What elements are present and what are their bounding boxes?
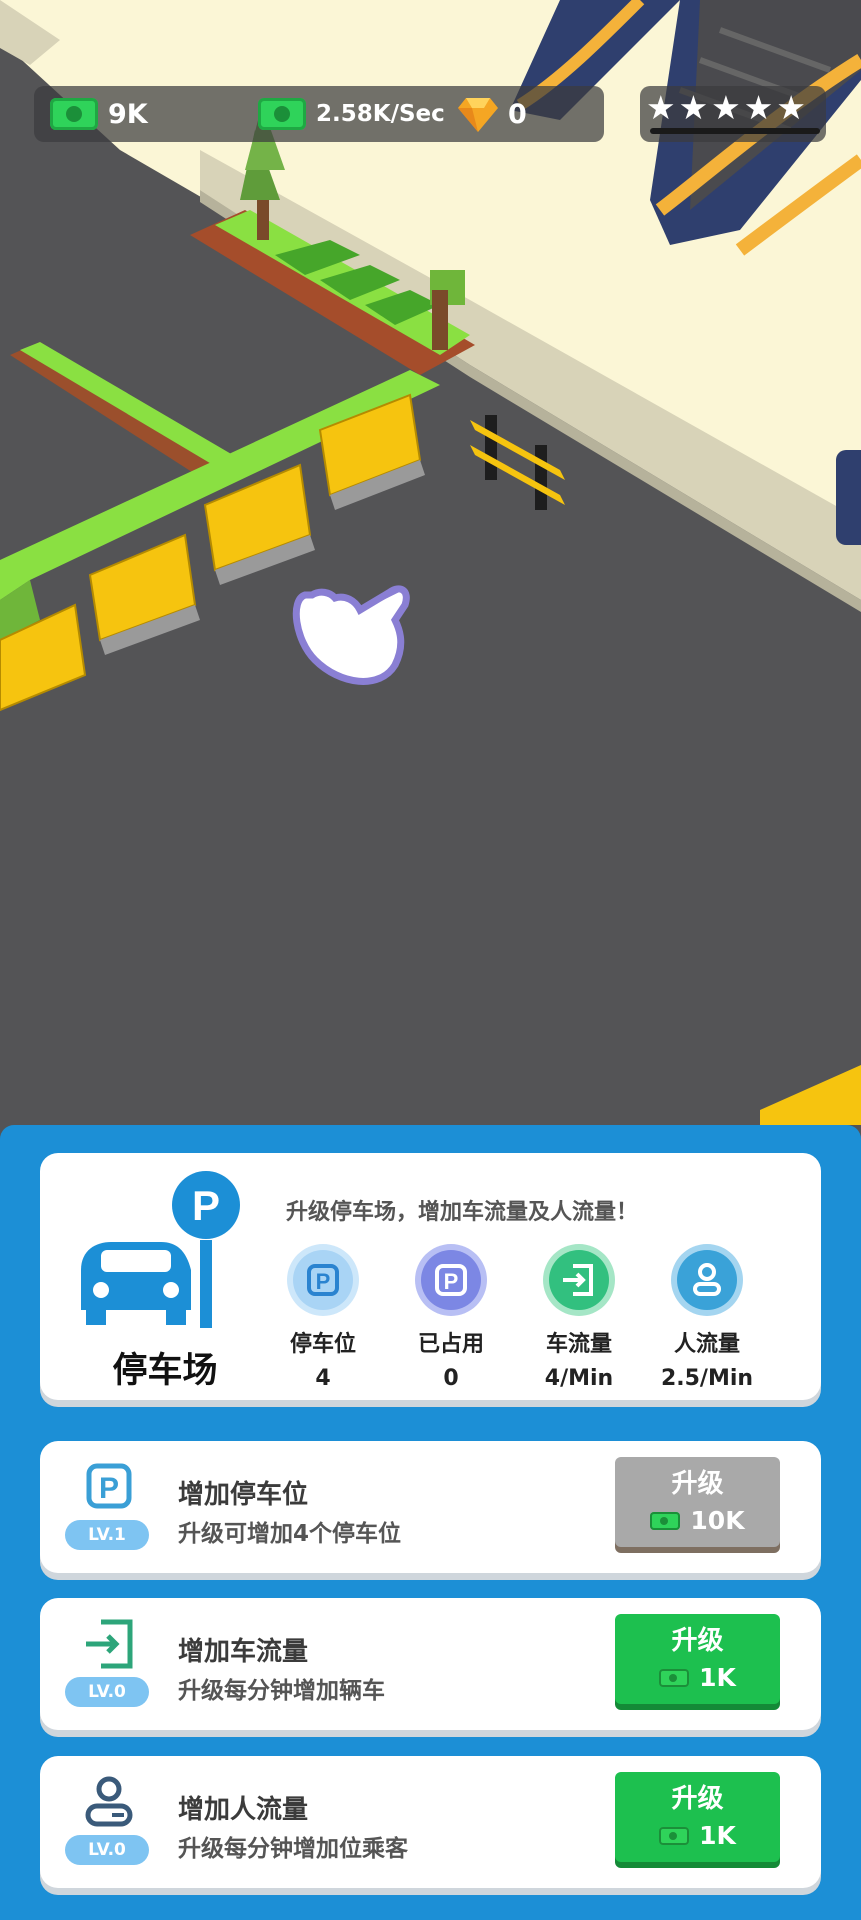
gem-icon [458, 98, 498, 132]
cash-value: 9K [108, 98, 148, 130]
parking-occupied-icon: P [415, 1244, 487, 1316]
parking-icon: P [86, 1463, 132, 1509]
level-badge: LV.0 [65, 1677, 149, 1707]
svg-text:P: P [444, 1269, 459, 1294]
scene-drawing [0, 0, 861, 1125]
stat-label: 车流量 [545, 1332, 612, 1357]
svg-text:P: P [192, 1182, 220, 1229]
parking-lot-icon: P [81, 1171, 240, 1328]
upgrade-title: 增加人流量 [178, 1795, 309, 1825]
upgrade-cost: 1K [699, 1821, 736, 1850]
stat-label: 已占用 [417, 1332, 484, 1357]
parking-icon: P [287, 1244, 359, 1316]
upgrade-title: 增加车流量 [178, 1637, 309, 1667]
stat-value: 2.5/Min [660, 1366, 754, 1391]
stat-value: 0 [443, 1366, 459, 1391]
gem-value: 0 [508, 98, 527, 130]
rating-progress [650, 128, 820, 134]
svg-text:P: P [316, 1269, 331, 1294]
income-counter: 2.58K/Sec [258, 92, 445, 136]
cash-icon [659, 1668, 690, 1687]
parking-title: 停车场 [112, 1351, 218, 1391]
stat-label: 人流量 [673, 1332, 740, 1357]
upgrade-person-flow-button[interactable]: 升级 1K [615, 1772, 780, 1862]
cash-icon [258, 98, 306, 130]
upgrade-title: 增加停车位 [178, 1480, 309, 1510]
upgrade-cost: 10K [690, 1506, 745, 1535]
stat-label: 停车位 [289, 1332, 356, 1357]
cash-icon [50, 98, 98, 130]
person-flow-icon [85, 1776, 133, 1827]
stat-value: 4 [315, 1366, 331, 1391]
cash-counter: 9K [50, 92, 148, 136]
car-flow-icon [543, 1244, 615, 1316]
upgrade-car-flow-button[interactable]: 升级 1K [615, 1614, 780, 1704]
parking-description: 升级停车场，增加车流量及人流量！ [286, 1200, 639, 1225]
upgrade-button-disabled[interactable]: 升级 10K [615, 1457, 780, 1547]
upgrade-cost: 1K [699, 1663, 736, 1692]
upgrade-button-label: 升级 [671, 1626, 724, 1656]
star-rating: ★★★★★ [646, 88, 809, 127]
stat-person-flow: 人流量 2.5/Min [652, 1244, 762, 1391]
sign-post [836, 450, 861, 545]
stat-value: 4/Min [544, 1366, 614, 1391]
upgrade-button-label: 升级 [671, 1469, 724, 1499]
cash-icon [659, 1826, 690, 1845]
stat-spaces: P 停车位 4 [268, 1244, 378, 1391]
income-value: 2.58K/Sec [316, 101, 445, 127]
level-badge: LV.1 [65, 1520, 149, 1550]
upgrade-subtitle: 升级可增加4个停车位 [178, 1521, 402, 1547]
svg-text:P: P [99, 1472, 119, 1505]
gem-counter: 0 [458, 92, 527, 136]
upgrade-subtitle: 升级每分钟增加辆车 [178, 1678, 385, 1704]
person-flow-icon [671, 1244, 743, 1316]
game-scene[interactable] [0, 0, 861, 1125]
car-flow-icon [86, 1619, 133, 1669]
level-badge: LV.0 [65, 1835, 149, 1865]
upgrade-button-label: 升级 [671, 1784, 724, 1814]
upgrade-subtitle: 升级每分钟增加位乘客 [178, 1836, 408, 1862]
stat-occupied: P 已占用 0 [396, 1244, 506, 1391]
stat-car-flow: 车流量 4/Min [524, 1244, 634, 1391]
cash-icon [650, 1511, 681, 1530]
